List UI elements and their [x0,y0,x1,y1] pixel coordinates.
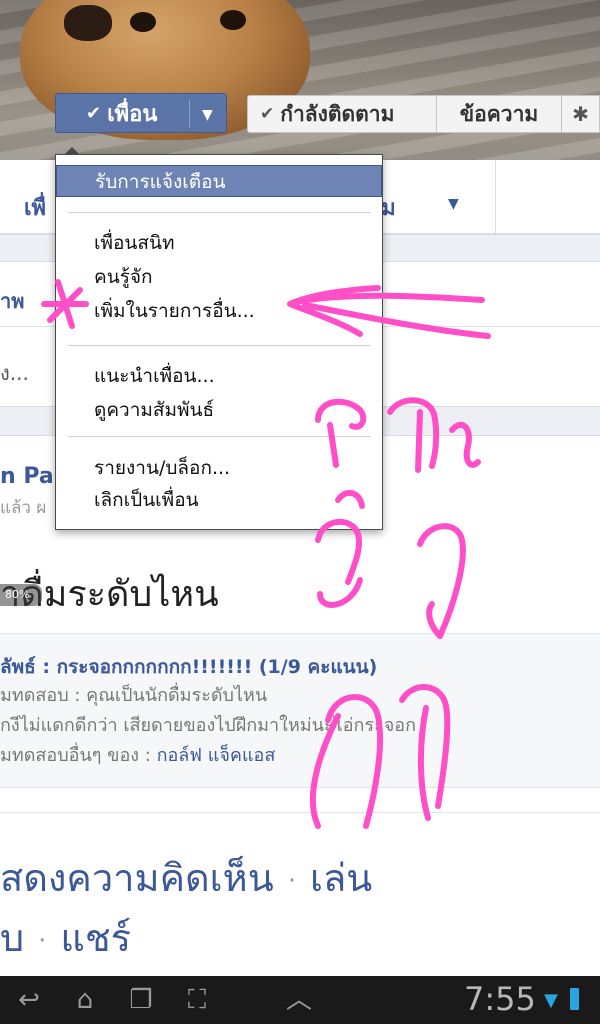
quiz-more-prefix: มทดสอบอื่นๆ ของ : [0,745,157,766]
caret-down-icon[interactable]: ▼ [202,107,213,123]
clock: 7:55 [464,980,536,1018]
quiz-attachment[interactable]: ลัพธ์ : กระจอกกกกกกก!!!!!!! (1/9 คะแนน) … [0,633,600,788]
cover-photo [0,0,600,160]
menu-item-get-notifications[interactable]: รับการแจ้งเตือน [56,165,382,197]
friend-button[interactable]: ✔ เพื่อน ▼ [55,93,227,133]
photo-link[interactable]: าพ [0,285,24,317]
quiz-result[interactable]: ลัพธ์ : กระจอกกกกกกก!!!!!!! (1/9 คะแนน) [0,652,377,682]
image-badge: 80% [0,584,42,606]
menu-item-close-friends[interactable]: เพื่อนสนิท [56,227,382,259]
tab-divider [495,160,496,234]
friend-options-menu: รับการแจ้งเตือน เพื่อนสนิท คนรู้จัก เพิ่… [55,154,383,530]
comment-link[interactable]: สดงความคิดเห็น [0,856,274,900]
menu-item-suggest-friends[interactable]: แนะนำเพื่อน... [56,360,382,392]
back-icon[interactable]: ↩ [8,984,50,1016]
chevron-up-icon[interactable]: ︿ [278,984,320,1016]
button-divider [189,100,190,128]
menu-divider [68,345,370,346]
dog-eye-left [130,12,156,32]
dog-nose [64,5,112,41]
separator-dot: · [287,865,296,896]
post-actions: สดงความคิดเห็น · เล่น บ · แชร์ [0,812,600,972]
system-navigation-bar: ↩ ⌂ ❐ ⛶ ︿ 7:55 ▼ [0,976,600,1024]
caret-down-icon[interactable]: ▼ [448,196,459,212]
following-button-label: กำลังติดตาม [280,101,395,126]
quiz-description: กงีไม่แดกดีกว่า เสียดายของไปฝึกมาใหม่นะไ… [0,715,416,736]
menu-item-add-to-list[interactable]: เพิ่มในรายการอื่น... [56,295,382,327]
quiz-more-link[interactable]: กอล์ฟ แจ็คแอส [157,745,276,766]
menu-item-unfriend[interactable]: เลิกเป็นเพื่อน [56,484,382,516]
action-row-1: สดงความคิดเห็น · เล่น [0,847,372,908]
following-button[interactable]: ✔ กำลังติดตาม [247,95,437,133]
separator-dot: · [38,925,47,956]
check-icon: ✔ [260,104,275,124]
action-row-2: บ · แชร์ [0,907,131,968]
screenshot-icon[interactable]: ⛶ [176,984,218,1016]
wifi-icon: ▼ [544,990,558,1011]
quiz-source: มทดสอบ : คุณเป็นนักดื่มระดับไหน [0,685,268,706]
gear-icon: ✱ [572,102,589,126]
message-button[interactable]: ข้อความ [437,95,562,133]
post-timestamp: แล้ว ผ [0,498,47,518]
status-input[interactable]: ง... [0,357,29,389]
menu-divider [68,212,370,213]
recent-apps-icon[interactable]: ❐ [120,984,162,1016]
friend-button-label: เพื่อน [107,101,158,127]
menu-item-see-friendship[interactable]: ดูความสัมพันธ์ [56,394,382,426]
check-icon: ✔ [86,102,102,124]
dog-eye-right [220,10,246,30]
menu-item-acquaintances[interactable]: คนรู้จัก [56,261,382,293]
share-link[interactable]: แชร์ [60,916,131,960]
battery-icon [570,988,579,1010]
menu-divider [68,436,370,437]
play-link[interactable]: เล่น [310,856,372,900]
gear-button[interactable]: ✱ [562,95,600,133]
quiz-more: มทดสอบอื่นๆ ของ : กอล์ฟ แจ็คแอส [0,740,275,769]
menu-item-report-block[interactable]: รายงาน/บล็อก... [56,452,382,484]
home-icon[interactable]: ⌂ [64,984,106,1016]
tab-friends[interactable]: เพื่ [24,190,46,225]
action-fragment[interactable]: บ [0,916,24,960]
